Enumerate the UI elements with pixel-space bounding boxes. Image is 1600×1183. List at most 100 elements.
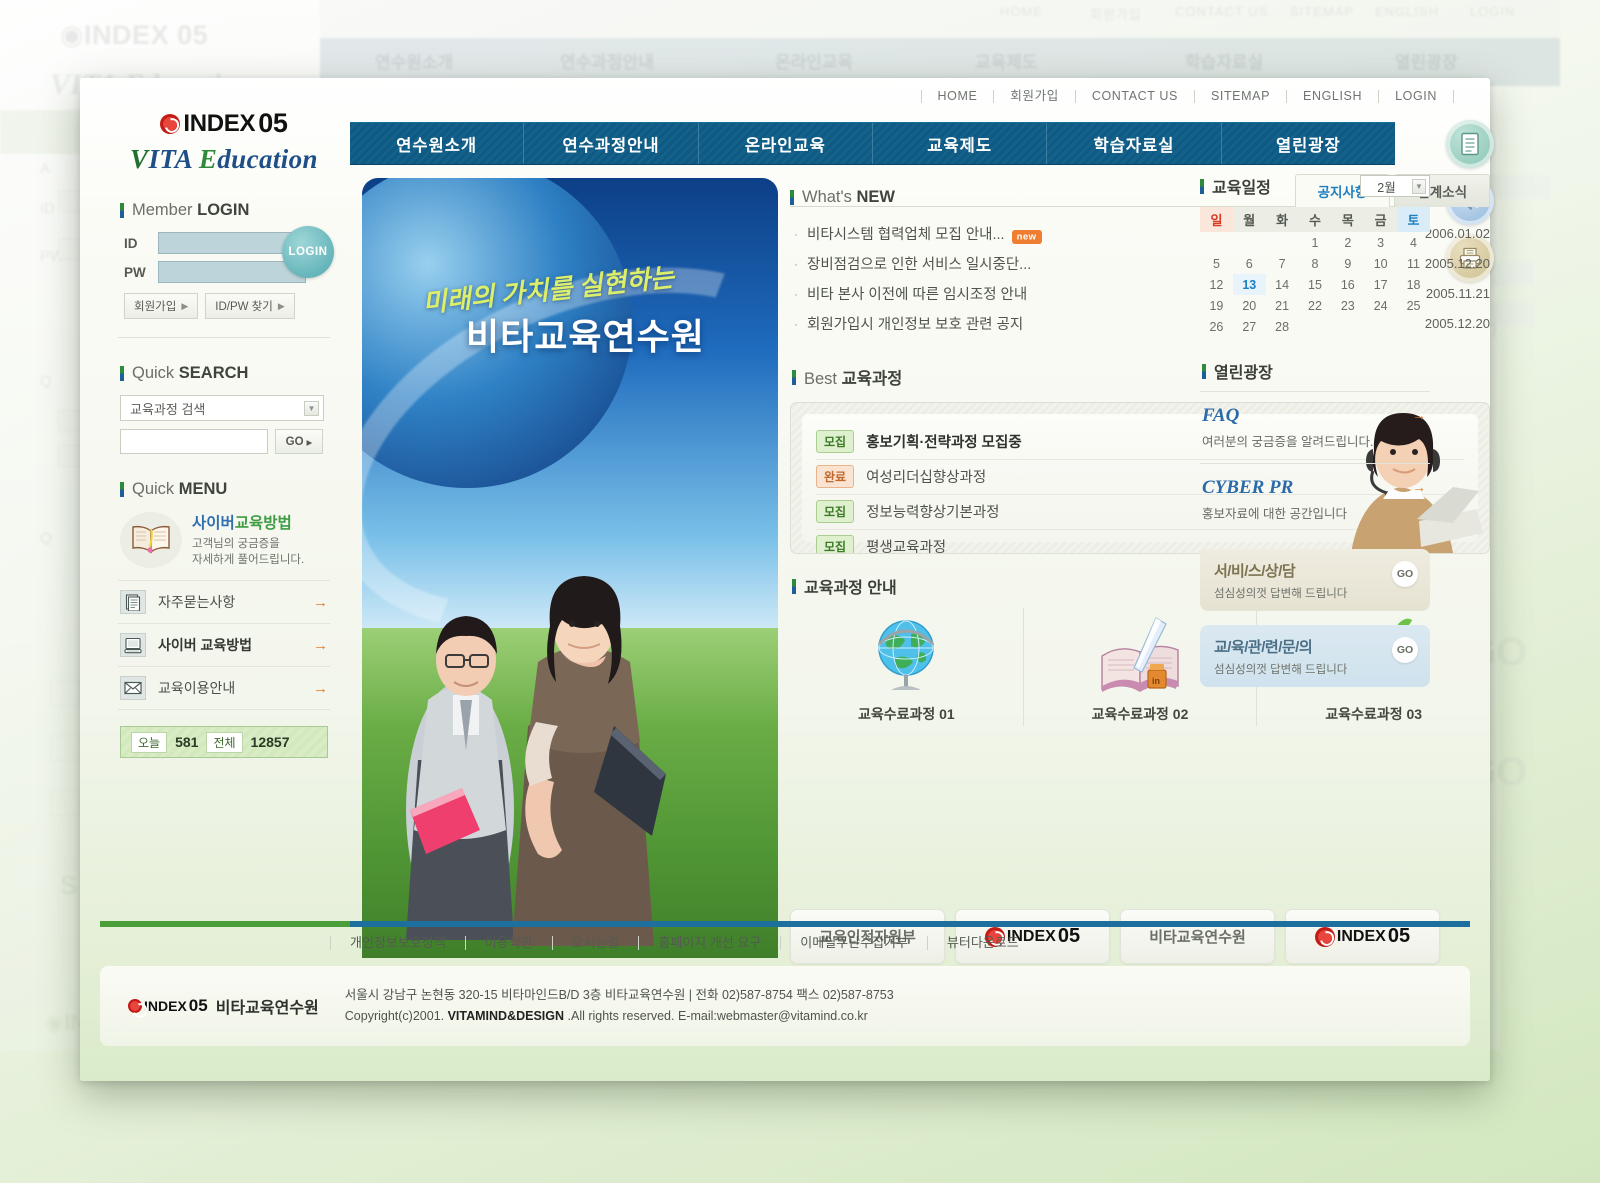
calendar-day[interactable]: 16 — [1331, 274, 1364, 295]
month-select[interactable]: 2월 ▼ — [1360, 175, 1430, 197]
hero-banner[interactable]: 미래의 가치를 실현하는 비타교육연수원 — [362, 178, 778, 958]
weekday-thu: 목 — [1331, 207, 1365, 232]
calendar-day[interactable] — [1266, 232, 1299, 253]
document-icon[interactable] — [1446, 120, 1494, 168]
plaza-item-faq[interactable]: FAQ 여러분의 궁금증을 알려드립니다. → — [1200, 391, 1430, 463]
nav-item-system[interactable]: 교육제도 — [873, 123, 1048, 164]
footer-link-viewer[interactable]: 뷰터다운로드 — [928, 936, 1038, 950]
calendar-day-today[interactable]: 13 — [1232, 274, 1266, 295]
quick-menu-item-cyber-method[interactable]: 사이버 교육방법 → — [118, 623, 330, 666]
search-input[interactable] — [120, 429, 268, 454]
nav-item-plaza[interactable]: 열린광장 — [1222, 123, 1395, 164]
plaza-item-cyber-pr[interactable]: CYBER PR 홍보자료에 대한 공간입니다 → — [1200, 463, 1430, 535]
cta-service-consult[interactable]: 서/비/스/상/담 섬심성의껏 답변해 드립니다 GO — [1200, 549, 1430, 611]
login-button[interactable]: LOGIN — [282, 226, 334, 278]
cta-education-inquiry[interactable]: 교/육/관/련/문/의 섬심성의껏 답변해 드립니다 GO — [1200, 625, 1430, 687]
pw-label: PW — [124, 264, 146, 280]
calendar-day[interactable]: 1 — [1299, 232, 1332, 253]
calendar-day[interactable]: 28 — [1266, 316, 1299, 337]
banner-index05-b[interactable]: INDEX 05 — [1285, 909, 1440, 964]
course-search-select[interactable]: 교육과정 검색 ▼ — [120, 395, 324, 421]
calendar-day[interactable]: 12 — [1200, 274, 1233, 295]
course-card[interactable]: 교육수료과정 01 — [790, 608, 1024, 726]
nav-item-library[interactable]: 학습자료실 — [1047, 123, 1222, 164]
arrow-right-icon: → — [313, 636, 328, 654]
section-bar-icon — [120, 482, 124, 497]
quick-menu-item-usage-guide[interactable]: 교육이용안내 → — [118, 666, 330, 711]
utility-link-login[interactable]: LOGIN — [1379, 90, 1454, 103]
calendar-day[interactable] — [1331, 316, 1364, 337]
utility-link-sitemap[interactable]: SITEMAP — [1195, 90, 1288, 103]
calendar-day[interactable]: 21 — [1266, 295, 1299, 316]
best-course-name: 여성리더십향상과정 — [866, 470, 987, 486]
calendar-day[interactable]: 4 — [1397, 232, 1430, 253]
cta-go-button[interactable]: GO — [1392, 561, 1418, 587]
calendar-day[interactable] — [1233, 232, 1266, 253]
utility-link-home[interactable]: HOME — [920, 90, 995, 103]
section-bar-icon — [1200, 178, 1204, 194]
promo-sub-line1: 고객님의 궁금증을 — [192, 538, 280, 550]
calendar-day[interactable] — [1200, 232, 1233, 253]
nav-item-courses[interactable]: 연수과정안내 — [524, 123, 699, 164]
site-logo[interactable]: INDEX 05 VITA Education — [118, 88, 330, 175]
status-badge: 모집 — [816, 430, 855, 453]
counter-today-value: 581 — [175, 734, 199, 751]
calendar-day[interactable]: 8 — [1299, 253, 1332, 274]
calendar-day[interactable]: 15 — [1299, 274, 1332, 295]
quick-menu-item-faq[interactable]: 자주묻는사항 → — [118, 580, 330, 623]
join-button[interactable]: 회원가입 ▶ — [124, 293, 199, 319]
find-id-pw-button[interactable]: ID/PW 찾기 ▶ — [205, 293, 295, 319]
login-title-light: Member — [132, 201, 198, 219]
cyber-education-promo[interactable]: 사이버교육방법 고객님의 궁금증을 자세하게 풀어드립니다. — [120, 511, 330, 568]
calendar-day[interactable]: 19 — [1200, 295, 1233, 316]
calendar-day[interactable] — [1364, 316, 1397, 337]
arrow-right-icon: → — [313, 593, 328, 611]
utility-link-english[interactable]: ENGLISH — [1287, 90, 1380, 103]
footer-link-no-email[interactable]: 이메일무단수집거부 — [781, 936, 928, 950]
calendar-day[interactable] — [1397, 316, 1430, 337]
footer-link-privacy[interactable]: 개인정보보호정책 — [330, 936, 466, 950]
calendar-day[interactable]: 25 — [1397, 295, 1430, 316]
calendar-day[interactable]: 10 — [1364, 253, 1397, 274]
calendar-day[interactable]: 7 — [1266, 253, 1299, 274]
hero-title: 비타교육연수원 — [466, 316, 705, 357]
nav-item-intro[interactable]: 연수원소개 — [350, 123, 525, 164]
calendar-day[interactable]: 24 — [1364, 295, 1397, 316]
counter-today-label: 오늘 — [131, 731, 168, 753]
cta-go-button[interactable]: GO — [1392, 637, 1418, 663]
utility-link-join[interactable]: 회원가입 — [994, 90, 1076, 103]
calendar-week: 5 6 7 8 9 10 11 — [1200, 253, 1430, 274]
pw-input[interactable] — [158, 261, 306, 283]
banner-vita-institute[interactable]: 비타교육연수원 — [1120, 909, 1275, 964]
calendar-day[interactable]: 3 — [1364, 232, 1397, 253]
month-select-value: 2월 — [1377, 180, 1396, 195]
calendar-day[interactable]: 6 — [1233, 253, 1266, 274]
calendar-day[interactable]: 5 — [1200, 253, 1233, 274]
id-label: ID — [124, 235, 138, 251]
promo-title-b: 교육방법 — [234, 515, 292, 532]
footer-link-improve[interactable]: 홈페이지 개선 요구 — [639, 936, 782, 950]
news-title-light: What's — [802, 188, 857, 206]
course-caption: 교육수료과정 01 — [857, 706, 955, 722]
calendar-day[interactable]: 18 — [1397, 274, 1430, 295]
footer-link-directions[interactable]: 오시는길 — [553, 936, 640, 950]
calendar-day[interactable] — [1299, 316, 1332, 337]
calendar-day[interactable]: 23 — [1331, 295, 1364, 316]
calendar-day[interactable]: 11 — [1397, 253, 1430, 274]
calendar-day[interactable]: 26 — [1200, 316, 1233, 337]
calendar-day[interactable]: 20 — [1233, 295, 1266, 316]
footer-link-terms[interactable]: 이용약관 — [466, 936, 553, 950]
calendar-day[interactable]: 2 — [1331, 232, 1364, 253]
arrow-right-icon: → — [313, 679, 328, 697]
calendar-day[interactable]: 14 — [1266, 274, 1299, 295]
vita-education-wordmark: VITA Education — [130, 144, 318, 174]
calendar-day[interactable]: 9 — [1331, 253, 1364, 274]
nav-item-online[interactable]: 온라인교육 — [699, 123, 873, 164]
utility-link-contact[interactable]: CONTACT US — [1076, 90, 1195, 103]
calendar-day[interactable]: 17 — [1364, 274, 1397, 295]
calendar-day[interactable]: 27 — [1233, 316, 1266, 337]
calendar-day[interactable]: 22 — [1299, 295, 1332, 316]
menu-title-bold: MENU — [178, 480, 228, 498]
search-go-button[interactable]: GO ▸ — [275, 429, 323, 454]
footer-logo: INDEX 05 비타교육연수원 — [128, 994, 319, 1018]
